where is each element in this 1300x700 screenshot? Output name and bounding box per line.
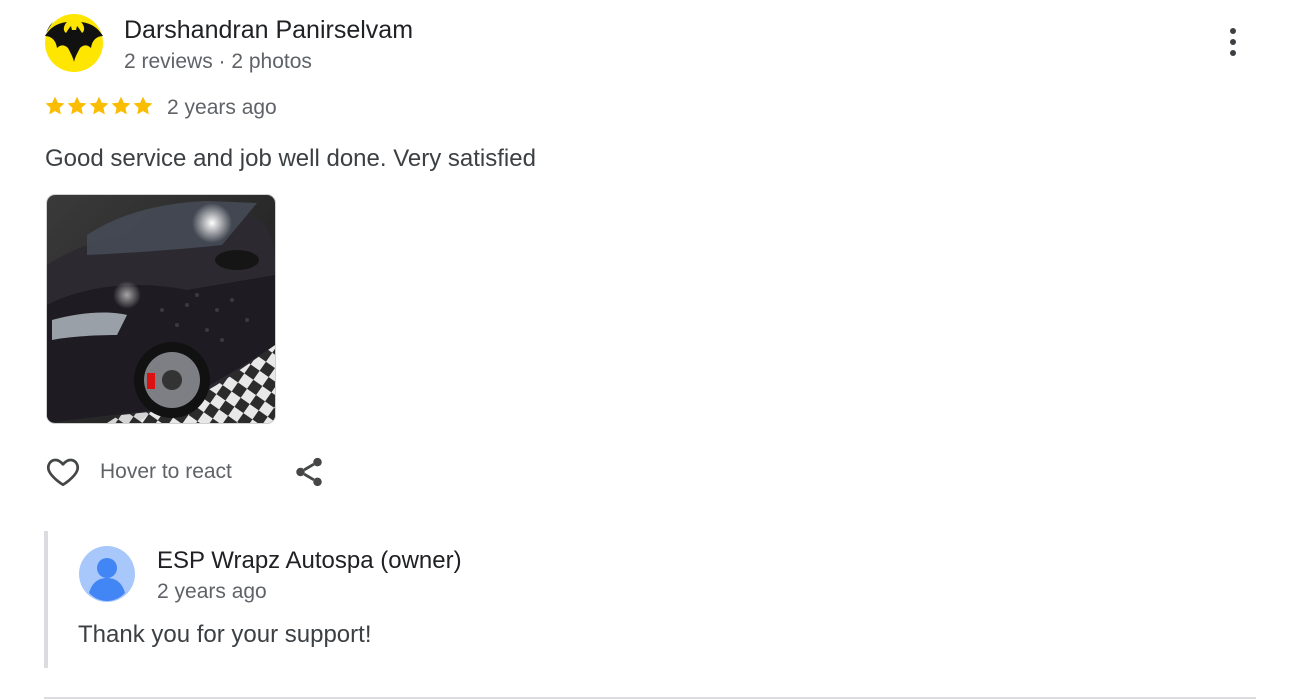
divider [44, 697, 1256, 699]
owner-name: ESP Wrapz Autospa (owner) [157, 547, 462, 574]
more-vert-icon-dot [1230, 50, 1236, 56]
owner-reply-time: 2 years ago [157, 580, 267, 603]
star-rating [44, 95, 154, 117]
star-icon [67, 96, 87, 115]
heart-outline-icon[interactable] [44, 454, 82, 490]
review-time: 2 years ago [167, 96, 277, 119]
review-photo[interactable] [46, 194, 276, 424]
reply-indicator-bar [44, 531, 48, 668]
star-icon [133, 96, 153, 115]
star-icon [89, 96, 109, 115]
review-card: Darshandran Panirselvam 2 reviews · 2 ph… [0, 0, 1300, 700]
review-text: Good service and job well done. Very sat… [45, 145, 536, 172]
reviewer-avatar[interactable] [45, 14, 103, 72]
default-person-icon [79, 546, 135, 602]
reviewer-meta: 2 reviews · 2 photos [124, 50, 312, 73]
share-icon[interactable] [292, 455, 326, 489]
reviewer-name[interactable]: Darshandran Panirselvam [124, 16, 413, 44]
star-icon [111, 96, 131, 115]
star-icon [45, 96, 65, 115]
more-vert-icon-dot [1230, 39, 1236, 45]
more-options-button[interactable] [1219, 28, 1247, 60]
react-label[interactable]: Hover to react [100, 460, 232, 484]
more-vert-icon-dot [1230, 28, 1236, 34]
owner-reply-text: Thank you for your support! [78, 621, 372, 648]
